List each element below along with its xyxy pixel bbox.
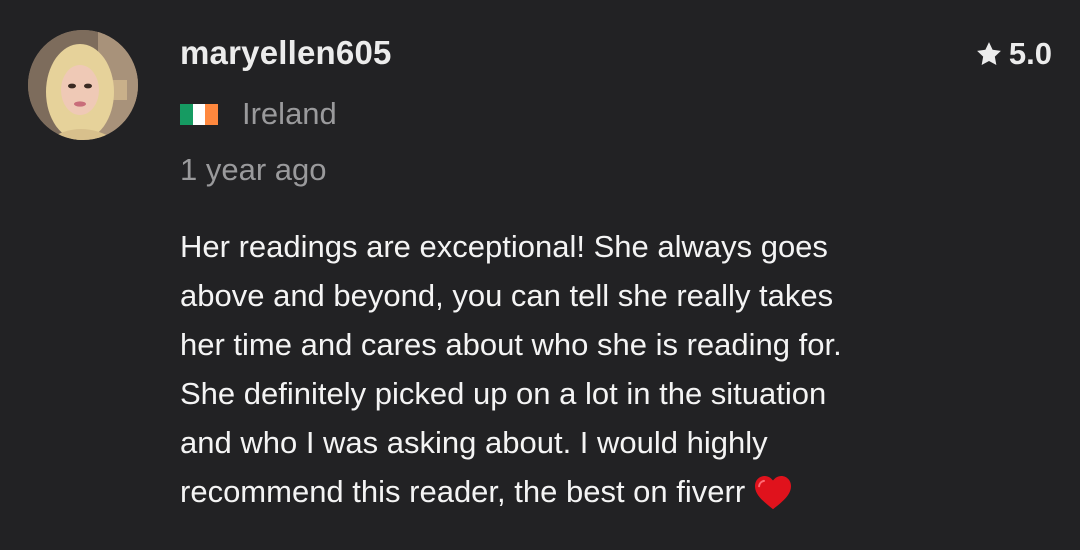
review-card: maryellen605 5.0 Ireland 1 year ago Her … (0, 0, 1080, 550)
reviewer-country: Ireland (180, 96, 337, 132)
review-text-line: her time and cares about who she is read… (180, 327, 842, 362)
review-text: Her readings are exceptional! She always… (180, 222, 1060, 516)
country-name: Ireland (242, 96, 337, 131)
rating: 5.0 (975, 36, 1052, 72)
review-text-line-last: recommend this reader, the best on fiver… (180, 467, 1060, 516)
username[interactable]: maryellen605 (180, 34, 392, 72)
ireland-flag-icon (180, 103, 219, 125)
avatar[interactable] (28, 30, 138, 140)
red-heart-icon (755, 475, 792, 510)
review-text-line: above and beyond, you can tell she reall… (180, 278, 834, 313)
review-text-line: recommend this reader, the best on fiver… (180, 474, 746, 509)
rating-value: 5.0 (1008, 36, 1052, 71)
review-text-line: She definitely picked up on a lot in the… (180, 376, 827, 411)
avatar-image (28, 30, 138, 140)
review-text-line: and who I was asking about. I would high… (180, 425, 768, 460)
star-icon (976, 42, 1001, 65)
review-timestamp: 1 year ago (180, 152, 327, 187)
review-text-line: Her readings are exceptional! She always… (180, 229, 828, 264)
